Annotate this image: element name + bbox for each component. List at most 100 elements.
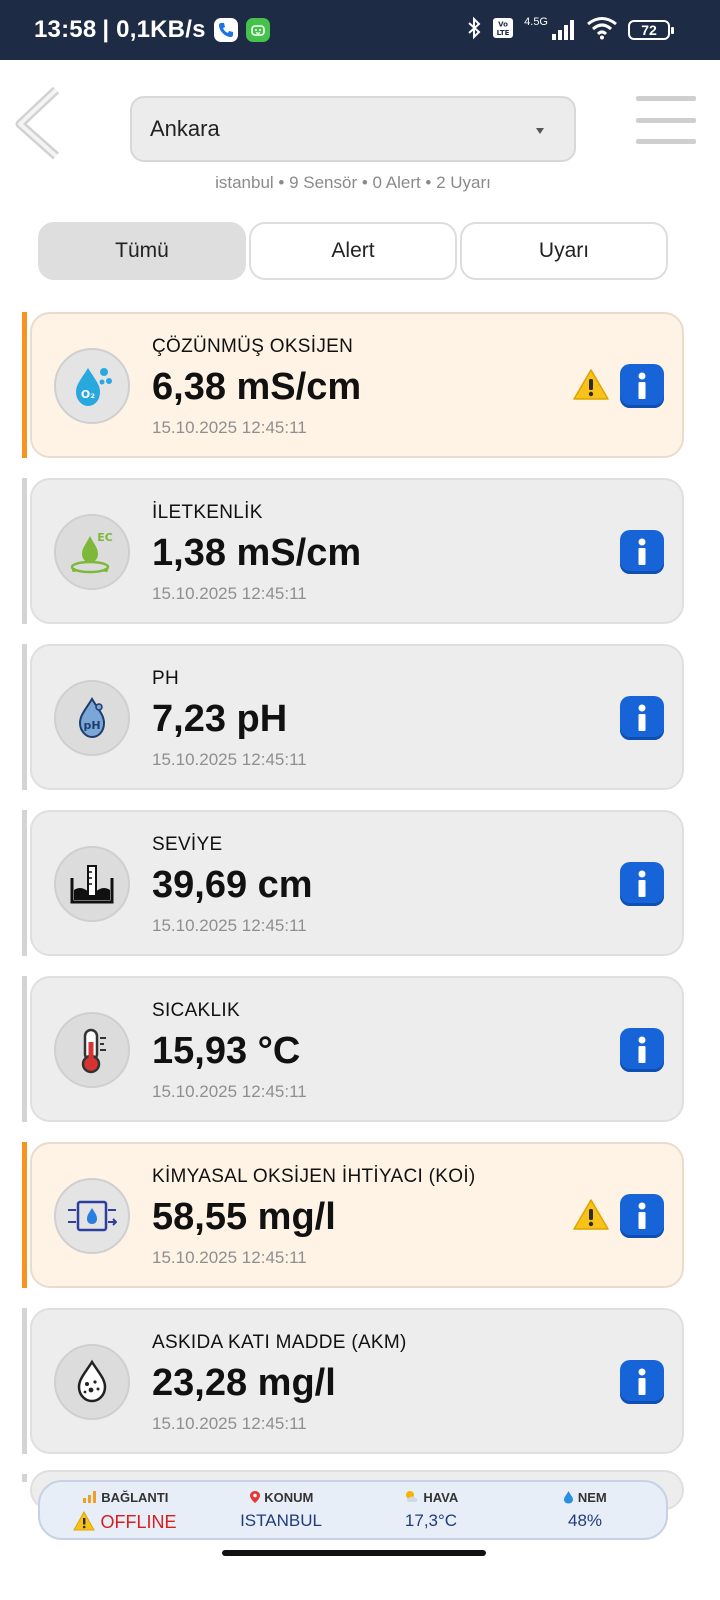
sensor-timestamp: 15.10.2025 12:45:11 — [152, 418, 307, 437]
status-rail — [22, 644, 27, 790]
cell-signal-icon: 4.5G — [524, 16, 576, 41]
sensor-timestamp: 15.10.2025 12:45:11 — [152, 916, 307, 935]
sensor-name: ÇÖZÜNMÜŞ OKSİJEN — [152, 336, 354, 357]
ph-icon: pH — [54, 680, 130, 756]
sensor-card[interactable]: KİMYASAL OKSİJEN İHTİYACI (KOİ) 58,55 mg… — [30, 1142, 684, 1288]
location-pin-icon — [249, 1491, 260, 1503]
sensor-value: 15,93 °C — [152, 1030, 301, 1072]
humidity-label: NEM — [577, 1490, 607, 1505]
sensor-card[interactable]: O₂ ÇÖZÜNMÜŞ OKSİJEN 6,38 mS/cm 15.10.202… — [30, 312, 684, 458]
status-rail — [22, 810, 27, 956]
sensor-timestamp: 15.10.2025 12:45:11 — [152, 1414, 307, 1433]
chevron-left-icon — [15, 86, 60, 160]
info-button[interactable] — [620, 862, 664, 906]
info-button[interactable] — [620, 696, 664, 740]
battery-level: 72 — [641, 22, 657, 38]
connection-label: BAĞLANTI — [101, 1490, 169, 1505]
tab-warning[interactable]: Uyarı — [460, 222, 668, 280]
info-icon — [638, 1202, 646, 1229]
info-icon — [638, 870, 646, 897]
info-icon — [638, 372, 646, 399]
svg-text:EC: EC — [97, 531, 113, 544]
sensor-name: ASKIDA KATI MADDE (AKM) — [152, 1332, 407, 1353]
cod-icon — [54, 1178, 130, 1254]
warning-icon — [573, 1199, 609, 1230]
info-icon — [638, 1036, 646, 1063]
caret-down-icon — [536, 128, 544, 134]
tab-all[interactable]: Tümü — [38, 222, 246, 280]
status-rail — [22, 1308, 27, 1454]
weather-status: HAVA 17,3°C — [356, 1490, 506, 1531]
info-icon — [638, 704, 646, 731]
sensor-value: 58,55 mg/l — [152, 1196, 336, 1238]
location-label: KONUM — [264, 1490, 314, 1505]
location-status: KONUM ISTANBUL — [206, 1490, 356, 1531]
conductivity-icon: EC — [54, 514, 130, 590]
sensor-value: 39,69 cm — [152, 864, 313, 906]
info-button[interactable] — [620, 1360, 664, 1404]
sensor-name: PH — [152, 668, 179, 689]
info-button[interactable] — [620, 364, 664, 408]
location-value: ISTANBUL — [240, 1511, 322, 1530]
sensor-value: 23,28 mg/l — [152, 1362, 336, 1404]
connection-value: OFFLINE — [100, 1512, 177, 1532]
sensor-timestamp: 15.10.2025 12:45:11 — [152, 750, 307, 769]
sensor-summary: istanbul • 9 Sensör • 0 Alert • 2 Uyarı — [215, 173, 491, 192]
sensor-name: SICAKLIK — [152, 1000, 240, 1021]
status-time: 13:58 — [34, 16, 97, 43]
svg-text:LTE: LTE — [497, 29, 510, 37]
dissolved-oxygen-icon: O₂ — [54, 348, 130, 424]
connection-info-bar: BAĞLANTI OFFLINE KONUM ISTANBUL HAVA 17,… — [38, 1480, 668, 1540]
sensor-card[interactable]: SICAKLIK 15,93 °C 15.10.2025 12:45:11 — [30, 976, 684, 1122]
home-indicator[interactable] — [222, 1550, 486, 1556]
sensor-timestamp: 15.10.2025 12:45:11 — [152, 1082, 307, 1101]
network-type: 4.5G — [524, 16, 548, 28]
svg-text:O₂: O₂ — [81, 388, 95, 401]
tab-alert[interactable]: Alert — [249, 222, 457, 280]
sensor-card[interactable]: SEVİYE 39,69 cm 15.10.2025 12:45:11 — [30, 810, 684, 956]
volte-icon: Vo LTE — [492, 17, 514, 44]
status-rail — [22, 312, 27, 458]
sun-cloud-icon — [405, 1491, 417, 1502]
city-select[interactable]: Ankara — [130, 96, 576, 162]
weather-label: HAVA — [423, 1490, 459, 1505]
wifi-icon — [586, 16, 618, 45]
network-speed: | 0,1KB/s — [102, 16, 206, 43]
suspended-solids-icon — [54, 1344, 130, 1420]
city-select-value: Ankara — [150, 116, 220, 141]
info-icon — [638, 538, 646, 565]
svg-text:pH: pH — [83, 719, 100, 732]
sensor-card[interactable]: ASKIDA KATI MADDE (AKM) 23,28 mg/l 15.10… — [30, 1308, 684, 1454]
status-rail — [22, 478, 27, 624]
thermometer-icon — [54, 1012, 130, 1088]
info-button[interactable] — [620, 1194, 664, 1238]
water-level-icon — [54, 846, 130, 922]
warning-icon — [573, 369, 609, 400]
connection-status: BAĞLANTI OFFLINE — [50, 1490, 200, 1533]
info-button[interactable] — [620, 1028, 664, 1072]
status-bar: 13:58 | 0,1KB/s Vo LTE 4.5G 72 — [0, 0, 720, 60]
sensor-name: SEVİYE — [152, 834, 223, 855]
status-rail — [22, 976, 27, 1122]
info-icon — [638, 1368, 646, 1395]
sensor-timestamp: 15.10.2025 12:45:11 — [152, 584, 307, 603]
weather-value: 17,3°C — [404, 1511, 458, 1530]
humidity-status: NEM 48% — [510, 1490, 660, 1531]
android-app-icon — [245, 18, 270, 42]
back-button[interactable] — [12, 84, 68, 160]
sensor-value: 7,23 pH — [152, 698, 288, 740]
sensor-card[interactable]: pH PH 7,23 pH 15.10.2025 12:45:11 — [30, 644, 684, 790]
hamburger-menu-icon — [636, 96, 696, 101]
menu-button[interactable] — [636, 96, 696, 146]
sensor-value: 1,38 mS/cm — [152, 532, 362, 574]
info-button[interactable] — [620, 530, 664, 574]
status-rail — [22, 1474, 27, 1482]
bluetooth-icon — [466, 16, 482, 45]
warning-icon — [73, 1510, 96, 1531]
status-indicators: Vo LTE 4.5G 72 — [466, 0, 674, 60]
sensor-card[interactable]: EC İLETKENLİK 1,38 mS/cm 15.10.2025 12:4… — [30, 478, 684, 624]
droplet-icon — [564, 1491, 574, 1504]
phone-app-icon — [213, 18, 238, 42]
svg-text:Vo: Vo — [498, 20, 508, 28]
sensor-name: İLETKENLİK — [152, 502, 263, 523]
